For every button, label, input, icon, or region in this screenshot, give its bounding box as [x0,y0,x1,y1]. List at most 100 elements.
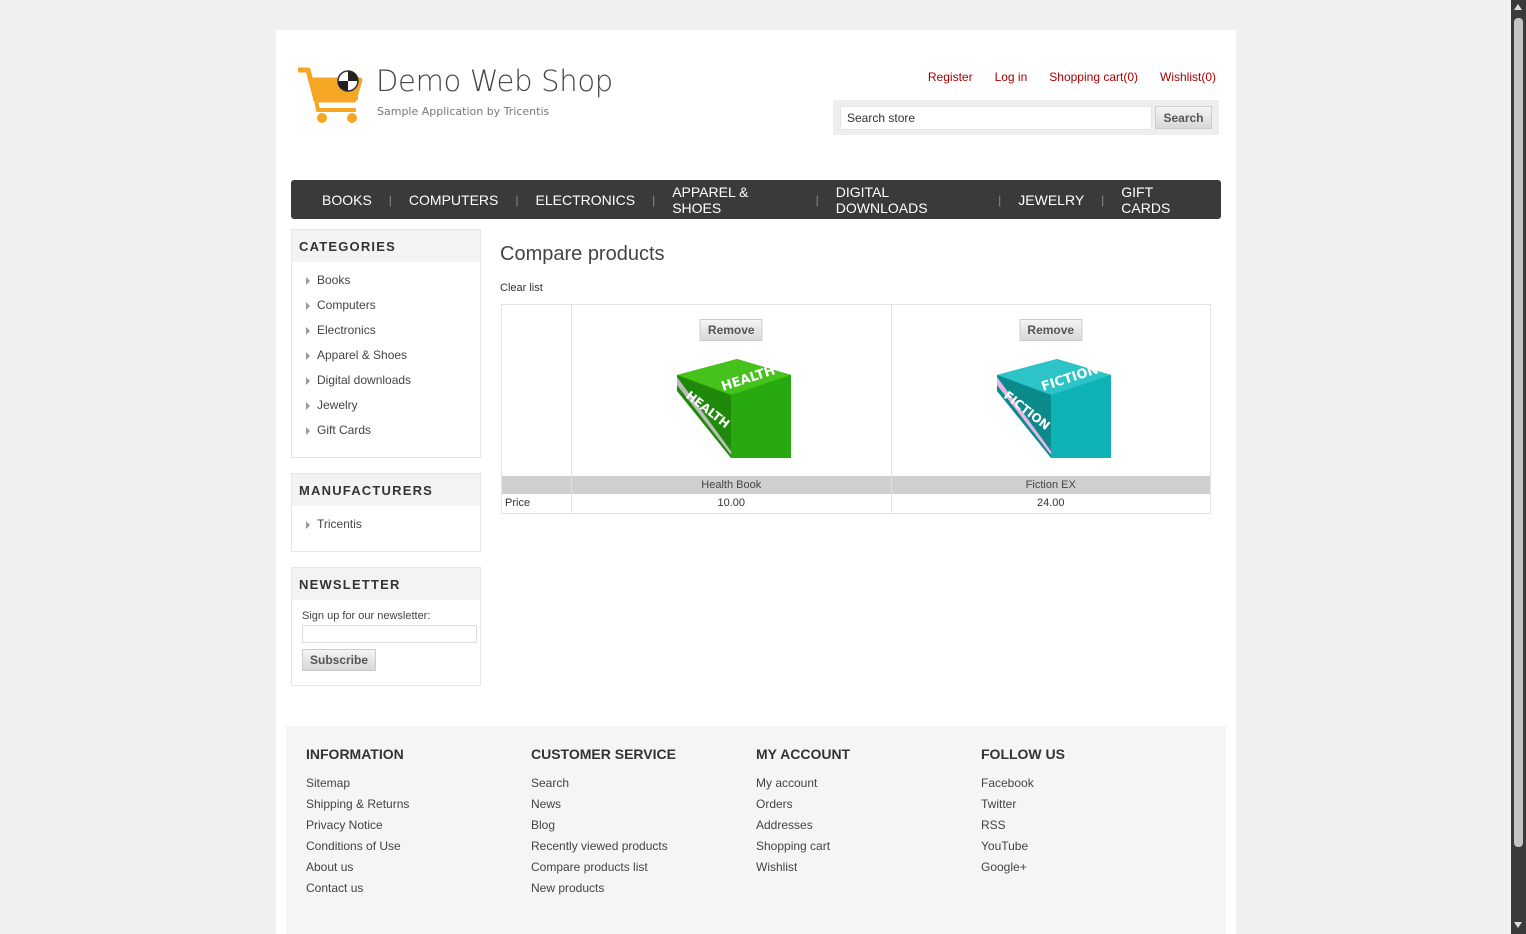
footer-column-title: FOLLOW US [981,746,1065,762]
page-container: Demo Web Shop Sample Application by Tric… [276,30,1236,934]
footer-link-youtube[interactable]: YouTube [981,839,1065,860]
footer: INFORMATION Sitemap Shipping & Returns P… [286,726,1226,934]
vertical-scrollbar[interactable] [1511,0,1526,934]
footer-link-sitemap[interactable]: Sitemap [306,776,409,797]
register-link[interactable]: Register [928,70,973,84]
footer-link-new-products[interactable]: New products [531,881,676,902]
arrow-right-icon [306,426,310,435]
category-item-jewelry[interactable]: Jewelry [306,393,480,418]
manufacturer-label: Tricentis [317,517,362,531]
scrollbar-thumb[interactable] [1514,18,1523,847]
menu-item-jewelry[interactable]: JEWELRY [1001,192,1101,208]
arrow-right-icon [306,401,310,410]
compare-table: Remove HEALTH HEALTH Remove FICTION FICT… [501,304,1211,514]
categories-title: CATEGORIES [292,230,480,262]
shopping-cart-logo-icon[interactable] [296,66,366,126]
footer-column-title: CUSTOMER SERVICE [531,746,676,762]
footer-link-facebook[interactable]: Facebook [981,776,1065,797]
subscribe-button[interactable]: Subscribe [302,649,376,671]
remove-button[interactable]: Remove [1019,319,1083,341]
newsletter-label: Sign up for our newsletter: [302,610,431,622]
compare-product-cell: Remove FICTION FICTION [892,305,1211,476]
compare-images-row: Remove HEALTH HEALTH Remove FICTION FICT… [502,305,1210,476]
menu-item-digital-downloads[interactable]: DIGITAL DOWNLOADS [819,184,998,216]
scroll-up-arrow-icon[interactable] [1514,4,1522,10]
compare-empty-cell [502,305,572,476]
footer-link-my-account[interactable]: My account [756,776,850,797]
footer-column-information: INFORMATION Sitemap Shipping & Returns P… [306,746,409,902]
footer-link-shopping-cart[interactable]: Shopping cart [756,839,850,860]
manufacturer-item-tricentis[interactable]: Tricentis [306,512,480,537]
arrow-right-icon [306,276,310,285]
footer-link-recently-viewed[interactable]: Recently viewed products [531,839,676,860]
category-label: Electronics [317,323,376,337]
footer-link-orders[interactable]: Orders [756,797,850,818]
site-subtitle: Sample Application by Tricentis [377,105,550,118]
footer-link-rss[interactable]: RSS [981,818,1065,839]
product-price: 10.00 [572,494,892,513]
compare-price-row: Price 10.00 24.00 [502,494,1210,513]
footer-link-contact-us[interactable]: Contact us [306,881,409,902]
arrow-right-icon [306,520,310,529]
scroll-down-arrow-icon[interactable] [1514,922,1522,928]
footer-column-title: INFORMATION [306,746,404,762]
compare-names-row: Health Book Fiction EX [502,476,1210,494]
footer-link-twitter[interactable]: Twitter [981,797,1065,818]
menu-item-electronics[interactable]: ELECTRONICS [519,192,653,208]
footer-column-follow-us: FOLLOW US Facebook Twitter RSS YouTube G… [981,746,1065,881]
remove-button[interactable]: Remove [699,319,763,341]
footer-link-addresses[interactable]: Addresses [756,818,850,839]
menu-item-computers[interactable]: COMPUTERS [392,192,515,208]
footer-link-conditions-of-use[interactable]: Conditions of Use [306,839,409,860]
fiction-book-image[interactable]: FICTION FICTION [987,355,1115,459]
manufacturers-block: MANUFACTURERS Tricentis [291,473,481,552]
menu-item-apparel-shoes[interactable]: APPAREL & SHOES [655,184,815,216]
health-book-image[interactable]: HEALTH HEALTH [667,355,795,459]
search-box: Search [833,100,1219,135]
category-item-gift-cards[interactable]: Gift Cards [306,418,480,443]
footer-column-my-account: MY ACCOUNT My account Orders Addresses S… [756,746,850,881]
product-name-link[interactable]: Health Book [572,476,892,494]
category-label: Digital downloads [317,373,412,387]
category-item-digital-downloads[interactable]: Digital downloads [306,368,480,393]
login-link[interactable]: Log in [995,70,1028,84]
category-label: Apparel & Shoes [317,348,408,362]
product-name-link[interactable]: Fiction EX [892,476,1211,494]
footer-link-privacy-notice[interactable]: Privacy Notice [306,818,409,839]
header-links: Register Log in Shopping cart(0) Wishlis… [928,70,1216,84]
category-item-electronics[interactable]: Electronics [306,318,480,343]
category-item-computers[interactable]: Computers [306,293,480,318]
footer-link-google-plus[interactable]: Google+ [981,860,1065,881]
footer-link-blog[interactable]: Blog [531,818,676,839]
footer-link-shipping-returns[interactable]: Shipping & Returns [306,797,409,818]
footer-link-search[interactable]: Search [531,776,676,797]
search-input[interactable] [840,106,1152,130]
category-label: Gift Cards [317,423,372,437]
arrow-right-icon [306,376,310,385]
category-item-apparel-shoes[interactable]: Apparel & Shoes [306,343,480,368]
footer-link-news[interactable]: News [531,797,676,818]
top-menu: BOOKS | COMPUTERS | ELECTRONICS | APPAREL &… [291,180,1221,219]
compare-product-cell: Remove HEALTH HEALTH [572,305,892,476]
menu-item-books[interactable]: BOOKS [305,192,389,208]
price-label: Price [502,494,572,513]
arrow-right-icon [306,326,310,335]
wishlist-link[interactable]: Wishlist(0) [1160,70,1216,84]
site-title[interactable]: Demo Web Shop [376,64,613,98]
search-button[interactable]: Search [1155,106,1212,129]
arrow-right-icon [306,351,310,360]
footer-link-compare-products[interactable]: Compare products list [531,860,676,881]
page-title: Compare products [500,243,665,265]
category-item-books[interactable]: Books [306,268,480,293]
category-label: Jewelry [317,398,358,412]
footer-link-about-us[interactable]: About us [306,860,409,881]
menu-item-gift-cards[interactable]: GIFT CARDS [1104,184,1221,216]
footer-column-title: MY ACCOUNT [756,746,851,762]
footer-link-wishlist[interactable]: Wishlist [756,860,850,881]
shopping-cart-link[interactable]: Shopping cart(0) [1049,70,1138,84]
arrow-right-icon [306,301,310,310]
newsletter-email-input[interactable] [302,625,477,643]
clear-list-link[interactable]: Clear list [500,282,543,294]
product-price: 24.00 [1036,497,1065,509]
compare-empty-cell [502,476,572,494]
